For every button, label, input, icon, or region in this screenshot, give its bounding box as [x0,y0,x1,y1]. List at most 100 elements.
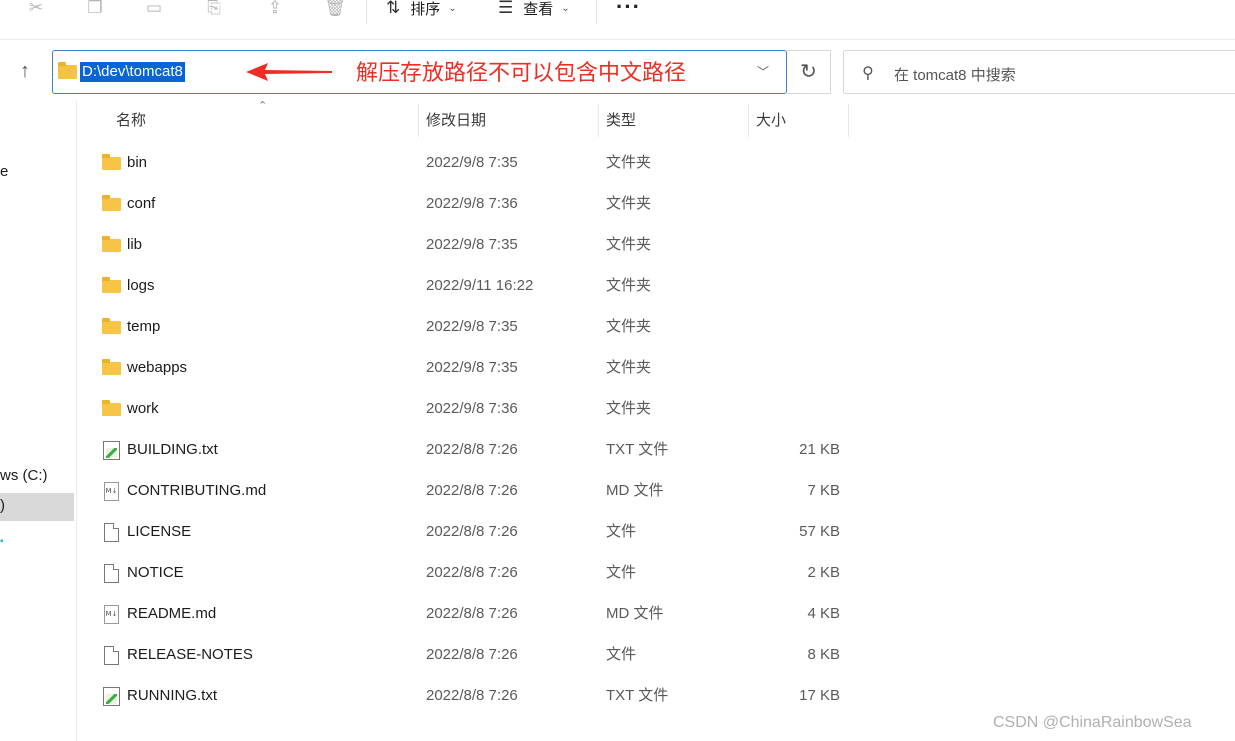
file-name: bin [127,154,148,171]
file-type: 文件 [606,523,637,540]
file-size: 8 KB [807,646,840,663]
file-size: 57 KB [799,523,840,540]
file-date: 2022/8/8 7:26 [426,482,518,499]
cut-icon[interactable]: ✂ [22,0,50,18]
file-date: 2022/9/8 7:35 [426,236,518,253]
column-divider[interactable] [848,104,849,137]
file-row[interactable]: temp 2022/9/8 7:35 文件夹 [86,306,846,347]
file-row[interactable]: LICENSE 2022/8/8 7:26 文件 57 KB [86,511,846,552]
sidebar-item-selected-label: ) [0,497,5,514]
file-row[interactable]: webapps 2022/9/8 7:35 文件夹 [86,347,846,388]
text-file-icon [103,441,120,460]
delete-icon[interactable]: 🗑 [321,0,349,18]
folder-icon [102,318,121,334]
column-header-name[interactable]: 名称 [116,104,146,137]
navigation-pane: e ws (C:) ) ▪ [0,100,77,741]
chevron-down-icon: ⌄ [448,2,457,14]
folder-icon [102,359,121,375]
file-name: work [127,400,159,417]
file-date: 2022/8/8 7:26 [426,605,518,622]
file-row[interactable]: bin 2022/9/8 7:35 文件夹 [86,142,846,183]
file-size [756,265,840,306]
file-row[interactable]: NOTICE 2022/8/8 7:26 文件 2 KB [86,552,846,593]
file-name: CONTRIBUTING.md [127,482,267,499]
file-size: 17 KB [799,687,840,704]
share-icon[interactable]: ⇪ [261,0,289,18]
annotation-text: 解压存放路径不可以包含中文路径 [356,60,687,85]
sidebar-item-selected[interactable]: ) [0,493,74,521]
file-row[interactable]: BUILDING.txt 2022/8/8 7:26 TXT 文件 21 KB [86,429,846,470]
file-row[interactable]: lib 2022/9/8 7:35 文件夹 [86,224,846,265]
file-date: 2022/9/8 7:35 [426,359,518,376]
file-type: 文件夹 [606,400,652,417]
sidebar-item-drive-c[interactable]: ws (C:) [0,467,48,484]
watermark: CSDN @ChinaRainbowSea [993,714,1192,731]
column-header-type[interactable]: 类型 [606,104,636,137]
file-icon [104,646,119,665]
file-type: TXT 文件 [606,441,669,458]
column-divider[interactable] [598,104,599,137]
file-row[interactable]: RUNNING.txt 2022/8/8 7:26 TXT 文件 17 KB [86,675,846,716]
folder-icon [102,154,121,170]
file-date: 2022/8/8 7:26 [426,687,518,704]
file-size [756,142,840,183]
chevron-down-icon[interactable]: ﹀ [757,63,769,80]
search-placeholder: 在 tomcat8 中搜索 [894,67,1016,84]
view-icon: ☰ [498,0,514,17]
column-header-date[interactable]: 修改日期 [426,104,486,137]
file-size: 21 KB [799,441,840,458]
file-size: 4 KB [807,605,840,622]
paste-icon[interactable]: ▭ [140,0,168,18]
sort-label: 排序 [410,0,441,18]
rename-icon[interactable]: ⎘ [200,0,228,18]
sidebar-item-partial[interactable]: e [0,163,8,180]
chevron-down-icon: ⌄ [561,2,570,14]
file-date: 2022/8/8 7:26 [426,523,518,540]
refresh-button[interactable]: ↻ [787,50,831,94]
file-row[interactable]: M↓ CONTRIBUTING.md 2022/8/8 7:26 MD 文件 7… [86,470,846,511]
up-arrow-icon[interactable]: ↑ [12,58,38,84]
folder-icon [102,400,121,416]
toolbar-divider [596,0,597,24]
view-button[interactable]: ☰ 查看 ⌄ [498,0,570,18]
file-type: 文件夹 [606,359,652,376]
file-type: MD 文件 [606,605,664,622]
text-file-icon [103,687,120,706]
file-size: 2 KB [807,564,840,581]
file-row[interactable]: logs 2022/9/11 16:22 文件夹 [86,265,846,306]
more-options-button[interactable]: ··· [616,0,641,20]
search-box[interactable]: ⚲ 在 tomcat8 中搜索 [843,50,1235,94]
column-divider[interactable] [748,104,749,137]
file-date: 2022/9/8 7:35 [426,154,518,171]
sort-button[interactable]: ⇅ 排序 ⌄ [386,0,457,18]
sort-icon: ⇅ [386,0,401,17]
file-date: 2022/8/8 7:26 [426,646,518,663]
file-row[interactable]: M↓ README.md 2022/8/8 7:26 MD 文件 4 KB [86,593,846,634]
file-type: TXT 文件 [606,687,669,704]
sidebar-marker-icon: ▪ [0,536,4,547]
copy-icon[interactable]: ❐ [81,0,109,18]
file-name: README.md [127,605,217,622]
file-type: 文件夹 [606,154,652,171]
file-date: 2022/9/8 7:36 [426,195,518,212]
file-date: 2022/8/8 7:26 [426,441,518,458]
folder-icon [102,277,121,293]
file-row[interactable]: conf 2022/9/8 7:36 文件夹 [86,183,846,224]
file-name: lib [127,236,143,253]
file-type: 文件夹 [606,277,652,294]
file-name: LICENSE [127,523,192,540]
command-bar: ✂ ❐ ▭ ⎘ ⇪ 🗑 ⇅ 排序 ⌄ ☰ 查看 ⌄ ··· [0,0,1235,40]
address-path[interactable]: D:\dev\tomcat8 [80,62,185,82]
file-type: 文件夹 [606,195,652,212]
column-header-size[interactable]: 大小 [756,104,786,137]
file-date: 2022/9/11 16:22 [426,277,534,294]
view-label: 查看 [523,0,554,18]
file-size [756,306,840,347]
column-divider[interactable] [418,104,419,137]
file-type: 文件夹 [606,236,652,253]
file-name: logs [127,277,155,294]
file-size: 7 KB [807,482,840,499]
file-type: 文件 [606,646,637,663]
file-row[interactable]: work 2022/9/8 7:36 文件夹 [86,388,846,429]
file-row[interactable]: RELEASE-NOTES 2022/8/8 7:26 文件 8 KB [86,634,846,675]
